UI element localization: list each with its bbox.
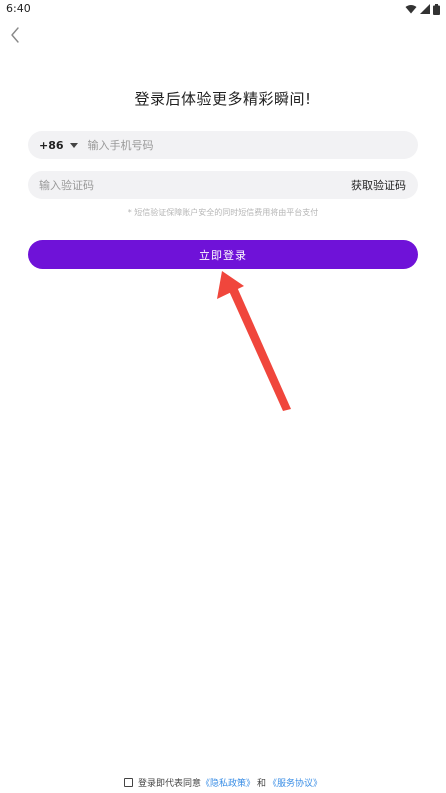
- verification-code-field: 获取验证码: [28, 171, 418, 199]
- agreement-and: 和: [257, 779, 267, 789]
- agreement-prefix: 登录即代表同意: [137, 779, 201, 789]
- back-button[interactable]: [4, 24, 26, 46]
- login-button[interactable]: 立即登录: [28, 240, 418, 269]
- page-title: 登录后体验更多精彩瞬间!: [134, 90, 312, 108]
- country-code-dropdown-icon[interactable]: [69, 142, 78, 148]
- get-code-button[interactable]: 获取验证码: [351, 177, 406, 193]
- status-time: 6:40: [6, 2, 31, 15]
- verification-code-input[interactable]: [39, 172, 351, 198]
- privacy-policy-link[interactable]: 《隐私政策》: [201, 776, 255, 789]
- status-icons: [405, 3, 440, 15]
- arrow-head: [217, 271, 244, 299]
- arrow-shaft: [229, 287, 291, 411]
- status-bar: 6:40: [0, 0, 446, 18]
- phone-input[interactable]: [87, 132, 418, 158]
- service-agreement-link[interactable]: 《服务协议》: [268, 776, 322, 789]
- signal-icon: [420, 4, 430, 14]
- agreement-row: 登录即代表同意 《隐私政策》 和 《服务协议》: [0, 776, 446, 789]
- chevron-left-icon: [11, 27, 19, 43]
- country-code[interactable]: +86: [39, 139, 64, 152]
- sms-hint-text: * 短信验证保障账户安全的同时短信费用将由平台支付: [127, 208, 319, 217]
- wifi-icon: [405, 5, 417, 14]
- red-arrow-annotation: [217, 271, 291, 411]
- battery-icon: [433, 3, 440, 15]
- phone-field: +86: [28, 131, 418, 159]
- agree-checkbox[interactable]: [123, 778, 133, 787]
